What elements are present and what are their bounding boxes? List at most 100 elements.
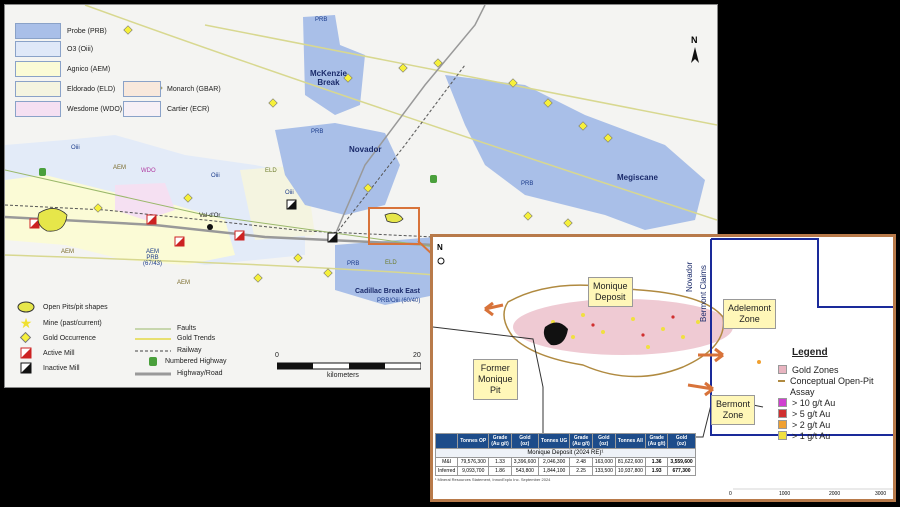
legend-item: Agnico (AEM) <box>15 61 110 77</box>
legend-label: O3 (Oiii) <box>67 45 94 53</box>
legend-label: Gold Zones <box>792 364 839 375</box>
table-cell: 543,800 <box>510 466 540 476</box>
inset-map: N Monique Deposit Former Monique Pit Ade… <box>430 234 896 502</box>
map-label-oiii: Oiii <box>285 190 294 196</box>
legend-label: Railway <box>177 347 202 354</box>
map-label-aem: AEM <box>177 280 191 286</box>
legend-item: > 5 g/t Au <box>778 408 896 419</box>
resource-table-grid: Tonnes OP Grade (Au g/t) Gold (oz) Tonne… <box>434 433 696 476</box>
map-label-aem-prb: AEM PRB (67/43) <box>143 249 163 267</box>
table-cell: 2.25 <box>569 466 593 476</box>
table-title-row: Monique Deposit (2024 RE)¹ <box>435 448 696 458</box>
table-header-cell: Gold (oz) <box>667 433 696 449</box>
legend-item: Railway <box>135 347 202 354</box>
legend-swatch <box>15 61 61 77</box>
legend-item: Gold Zones <box>778 364 896 375</box>
legend-label: Highway/Road <box>177 370 223 377</box>
table-header-cell <box>434 433 459 449</box>
legend-label: > 2 g/t Au <box>792 419 831 430</box>
map-label-aem: AEM <box>113 165 127 171</box>
legend-label: Conceptual Open-Pit <box>790 375 874 386</box>
map-label-oiii: Oiii <box>71 145 80 151</box>
legend-item: O3 (Oiii) <box>15 41 93 57</box>
axis-tick-label: 2000 <box>829 491 841 497</box>
table-title: Monique Deposit (2024 RE)¹ <box>435 448 696 458</box>
map-label-val-dor: Val-d'Or <box>199 213 221 219</box>
table-header-cell: Gold (oz) <box>591 433 616 449</box>
table-cell: 1.86 <box>488 466 512 476</box>
legend-swatch <box>778 409 787 418</box>
legend-swatch <box>15 101 61 117</box>
adelemont-zone-label: Adelemont Zone <box>723 299 777 329</box>
inset-north-label: N <box>437 243 443 252</box>
legend-item: Highway/Road <box>135 370 223 377</box>
numbered-highway-marker <box>39 168 46 176</box>
legend-label: Eldorado (ELD) <box>67 85 116 93</box>
legend-label: > 1 g/t Au <box>792 430 831 441</box>
arrow-icon <box>687 381 714 397</box>
star-icon: ★ <box>19 315 33 331</box>
legend-item: > 1 g/t Au <box>778 430 896 441</box>
table-header-cell: Gold (oz) <box>510 433 540 449</box>
fault-line-icon <box>135 328 171 329</box>
legend-swatch <box>778 420 787 429</box>
table-footnote: ¹ Mineral Resources Statement, InnovExpl… <box>435 477 551 482</box>
novador-vertical-label: Novador <box>685 261 694 292</box>
north-arrow-icon <box>691 47 699 63</box>
table-cell: 10,937,800 <box>614 466 646 476</box>
scale-bar-graphic <box>277 362 421 370</box>
axis-tick-label: 3000 <box>875 491 887 497</box>
legend-item: Gold Trends <box>135 335 215 342</box>
legend-swatch <box>15 23 61 39</box>
table-cell: 163,000 <box>591 457 616 467</box>
scale-end-label: 20 <box>413 352 421 359</box>
gold-trend-icon <box>135 337 171 340</box>
legend-item: ★ Mine (past/current) <box>17 315 102 331</box>
legend-item: Open Pits/pit shapes <box>17 301 108 313</box>
table-cell: 2,046,300 <box>538 457 571 467</box>
bermont-claims-vertical-label: Bermont Claims <box>699 265 708 322</box>
legend-item: Faults <box>135 325 196 332</box>
map-label-oiii: Oiii <box>211 173 220 179</box>
table-cell: Inferred <box>434 466 459 476</box>
legend-item: Conceptual Open-Pit <box>778 375 896 386</box>
legend-item: Wesdome (WDO) <box>15 101 122 117</box>
legend-label: Inactive Mill <box>43 364 80 372</box>
legend-label: Gold Trends <box>177 335 216 342</box>
legend-label: Gold Occurrence <box>43 334 96 342</box>
arrow-icon <box>484 301 504 317</box>
legend-item: Gold Occurrence <box>17 332 96 344</box>
legend-swatch <box>123 81 161 97</box>
map-label-megiscane: Megiscane <box>617 173 658 182</box>
legend-swatch <box>778 431 787 440</box>
scale-start-label: 0 <box>275 352 279 359</box>
zone-marker <box>757 360 761 364</box>
table-cell: 9,093,700 <box>457 466 490 476</box>
map-label-cadillac-break-east: Cadillac Break East <box>355 288 420 295</box>
active-mill-icon <box>20 347 32 359</box>
table-cell: 3,559,600 <box>667 457 696 467</box>
table-cell: 3,396,600 <box>510 457 540 467</box>
map-label-prb: PRB <box>347 261 360 267</box>
map-label-wdo: WDO <box>141 168 156 174</box>
table-header-cell: Tonnes UG <box>538 433 571 449</box>
north-icon <box>437 257 445 265</box>
map-label-mckenzie-break: McKenzie Break <box>310 69 347 87</box>
highway-shield-icon <box>149 357 157 366</box>
symbol-legend: Open Pits/pit shapes ★ Mine (past/curren… <box>17 301 317 381</box>
legend-label: Active Mill <box>43 349 75 357</box>
legend-label: > 10 g/t Au <box>792 397 836 408</box>
map-label-eld: ELD <box>265 168 277 174</box>
legend-label: Probe (PRB) <box>67 27 107 35</box>
legend-swatch <box>778 398 787 407</box>
legend-item: Eldorado (ELD) <box>15 81 115 97</box>
highway-road-icon <box>135 372 171 375</box>
city-marker <box>207 224 213 230</box>
open-pit-icon <box>17 301 35 313</box>
table-cell: 1.93 <box>644 466 669 476</box>
legend-label: Numbered Highway <box>165 358 227 365</box>
legend-swatch <box>15 81 61 97</box>
map-label-novador: Novador <box>349 145 382 154</box>
map-label-prb: PRB <box>315 17 328 23</box>
table-cell: 81,622,600 <box>614 457 646 467</box>
